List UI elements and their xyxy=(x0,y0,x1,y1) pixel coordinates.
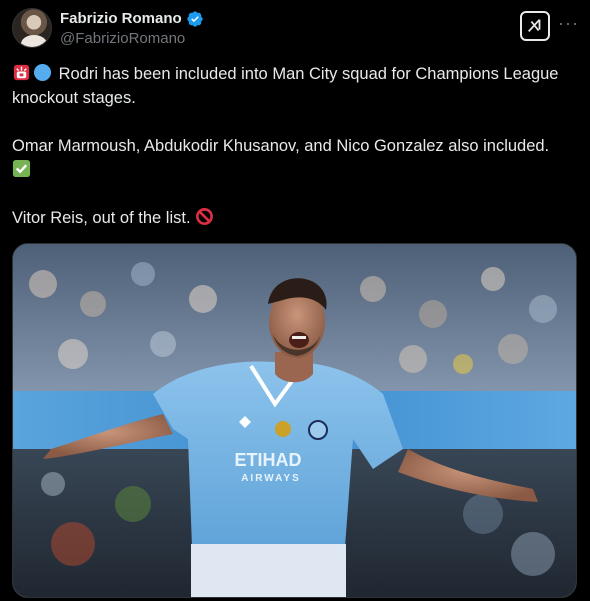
check-mark-emoji-icon xyxy=(12,159,31,178)
prohibited-emoji-icon xyxy=(195,207,214,226)
more-options-icon[interactable]: ··· xyxy=(558,14,578,38)
tweet-line-1: Rodri has been included into Man City sq… xyxy=(12,65,559,107)
siren-emoji-icon xyxy=(12,63,31,82)
blue-circle-emoji-icon xyxy=(33,63,52,82)
tweet-line-3: Vitor Reis, out of the list. xyxy=(12,209,191,227)
grok-icon[interactable] xyxy=(520,11,550,41)
author-avatar[interactable] xyxy=(12,8,52,48)
author-display-name[interactable]: Fabrizio Romano xyxy=(60,9,182,28)
tweet-media-photo[interactable]: ETIHAD AIRWAYS xyxy=(12,243,577,598)
jersey-sponsor-sub-text: AIRWAYS xyxy=(241,473,301,484)
tweet-body: Rodri has been included into Man City sq… xyxy=(12,62,572,254)
tweet-paragraph-1: Rodri has been included into Man City sq… xyxy=(12,62,572,110)
tweet-line-2: Omar Marmoush, Abdukodir Khusanov, and N… xyxy=(12,137,550,155)
tweet-header: Fabrizio Romano @FabrizioRomano ··· xyxy=(12,8,578,52)
tweet-paragraph-2: Omar Marmoush, Abdukodir Khusanov, and N… xyxy=(12,134,572,182)
author-names: Fabrizio Romano @FabrizioRomano xyxy=(60,9,204,49)
player-celebration-image: ETIHAD AIRWAYS xyxy=(13,244,576,597)
jersey-sponsor-text: ETIHAD xyxy=(235,450,302,470)
author-handle[interactable]: @FabrizioRomano xyxy=(60,29,204,49)
verified-badge-icon[interactable] xyxy=(186,10,204,28)
tweet-paragraph-3: Vitor Reis, out of the list. xyxy=(12,206,572,230)
